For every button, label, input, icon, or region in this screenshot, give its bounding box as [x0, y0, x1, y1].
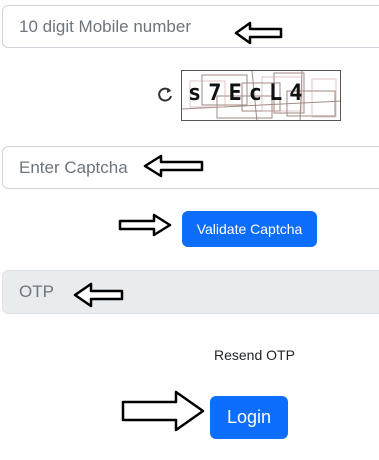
validate-captcha-button[interactable]: Validate Captcha	[182, 211, 317, 247]
mobile-number-placeholder: 10 digit Mobile number	[19, 16, 191, 36]
captcha-placeholder: Enter Captcha	[19, 157, 128, 177]
captcha-image: s7EcL4	[181, 70, 341, 121]
login-button[interactable]: Login	[210, 396, 288, 439]
otp-input[interactable]: OTP	[2, 270, 379, 314]
login-label: Login	[226, 407, 272, 427]
arrow-left-icon	[234, 21, 283, 45]
otp-placeholder: OTP	[19, 282, 54, 301]
login-form: 10 digit Mobile number s7EcL4 Enter Capt…	[0, 0, 379, 460]
arrow-right-icon	[121, 390, 205, 432]
arrow-right-icon	[118, 213, 172, 237]
mobile-number-input[interactable]: 10 digit Mobile number	[2, 5, 379, 48]
arrow-left-icon	[143, 154, 204, 178]
refresh-icon[interactable]	[156, 86, 174, 104]
validate-captcha-label: Validate Captcha	[196, 221, 303, 237]
captcha-text: s7EcL4	[188, 81, 310, 106]
resend-otp-link[interactable]: Resend OTP	[214, 347, 295, 363]
arrow-left-icon	[73, 282, 124, 308]
